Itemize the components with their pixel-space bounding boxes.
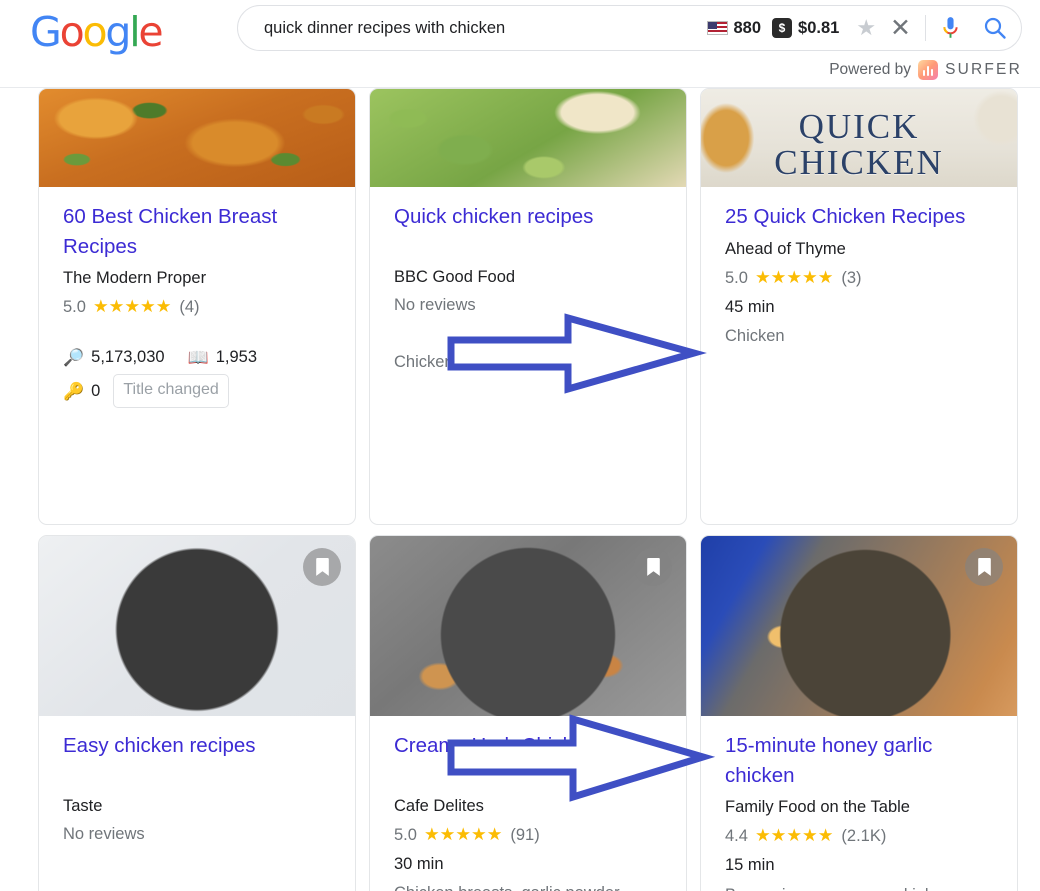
key-icon: 🔑 [63,381,85,401]
bookmark-icon[interactable] [965,548,1003,586]
result-title[interactable]: Easy chicken recipes [63,731,331,761]
seo-traffic-row: 🔎 5,173,030 📖 1,953 [63,344,331,371]
recipe-thumbnail[interactable]: QUICK CHICKEN [701,89,1017,187]
search-icon[interactable] [983,16,1007,40]
rating-value: 5.0 [394,825,417,844]
result-source: Taste [63,796,103,815]
cook-time: 30 min [394,854,444,873]
google-logo[interactable]: Google [30,8,164,56]
search-input[interactable]: quick dinner recipes with chicken [264,19,505,38]
keyword-count-value: 0 [91,381,101,400]
results-row-2: Easy chicken recipes Taste No reviews Cr… [0,535,1040,891]
result-card-body: 15-minute honey garlic chicken Family Fo… [701,716,1017,891]
surfer-bars-icon [918,60,939,80]
recipe-thumbnail[interactable] [370,89,686,187]
title-changed-badge: Title changed [113,374,229,408]
result-rating: 5.0 ★★★★★ (91) [394,820,662,850]
result-card-body: Creamy Herb Chicken Cafe Delites 5.0 ★★★… [370,716,686,891]
result-source: BBC Good Food [394,267,516,286]
close-icon[interactable]: ✕ [890,15,911,41]
search-volume-value: 880 [733,18,762,37]
star-rating-icon: ★★★★★ [754,825,834,846]
result-card[interactable]: Quick chicken recipes BBC Good Food No r… [369,88,687,525]
result-card-body: 25 Quick Chicken Recipes Ahead of Thyme … [701,187,1017,524]
microphone-icon[interactable] [940,16,961,41]
result-rating: 5.0 ★★★★★ (3) [725,263,993,293]
result-source: The Modern Proper [63,269,207,288]
no-reviews-label: No reviews [394,295,476,314]
star-rating-icon: ★★★★★ [754,266,834,287]
us-flag-icon [707,21,729,35]
result-rating: 5.0 ★★★★★ (4) [63,292,331,322]
organic-traffic-value: 5,173,030 [91,348,165,367]
rating-value: 5.0 [725,268,748,287]
result-source: Ahead of Thyme [725,239,846,258]
cook-time: 45 min [725,297,775,316]
word-count-value: 1,953 [215,348,258,367]
recipe-thumbnail[interactable] [701,536,1017,716]
recipe-thumbnail[interactable] [39,89,355,187]
cpc-dollar-badge-icon: $ [772,18,793,38]
result-card[interactable]: Creamy Herb Chicken Cafe Delites 5.0 ★★★… [369,535,687,891]
seo-keywords-row: 🔑 0 Title changed [63,374,331,408]
magnifier-icon: 🔎 [63,348,85,368]
surfer-brand-label: SURFER [945,61,1022,78]
result-ingredients: Chicken breasts, garlic powder, black pe… [394,882,662,891]
cpc-value: $0.81 [798,18,840,37]
result-card-body: 60 Best Chicken Breast Recipes The Moder… [39,187,355,524]
result-card[interactable]: 60 Best Chicken Breast Recipes The Moder… [38,88,356,525]
no-reviews-label: No reviews [63,824,145,843]
star-rating-icon: ★★★★★ [423,823,503,844]
result-card[interactable]: 15-minute honey garlic chicken Family Fo… [700,535,1018,891]
result-ingredients: Brown rice, soy sauce, skinless chicken … [725,884,993,891]
powered-by-surfer: Powered by SURFER [829,60,1022,80]
book-icon: 📖 [187,348,209,368]
bookmark-icon[interactable] [634,548,672,586]
recipe-thumbnail[interactable] [370,536,686,716]
result-ingredients: Chicken [725,327,785,346]
star-rating-icon: ★★★★★ [92,296,172,317]
result-title[interactable]: 60 Best Chicken Breast Recipes [63,202,331,261]
review-count: (91) [510,825,540,844]
bookmark-icon[interactable] [303,548,341,586]
result-title[interactable]: 25 Quick Chicken Recipes [725,202,993,232]
star-icon[interactable]: ★ [856,17,876,39]
results-row-1: 60 Best Chicken Breast Recipes The Moder… [0,88,1040,525]
result-title[interactable]: Creamy Herb Chicken [394,731,662,761]
review-count: (3) [841,268,862,287]
result-card-body: Quick chicken recipes BBC Good Food No r… [370,187,686,524]
result-card[interactable]: QUICK CHICKEN 25 Quick Chicken Recipes Ah… [700,88,1018,525]
rating-value: 5.0 [63,298,86,317]
thumbnail-overlay-text: QUICK CHICKEN [774,107,944,182]
top-header-bar: Google quick dinner recipes with chicken… [0,0,1040,88]
result-card-body: Easy chicken recipes Taste No reviews [39,716,355,891]
results-grid: 60 Best Chicken Breast Recipes The Moder… [0,88,1040,891]
result-source: Family Food on the Table [725,798,910,817]
powered-by-label: Powered by [829,61,912,78]
result-title[interactable]: Quick chicken recipes [394,202,662,232]
keyword-metrics-group: 880 $ $0.81 ★ ✕ [707,15,1007,41]
cook-time: 15 min [725,856,775,875]
recipe-thumbnail[interactable] [39,536,355,716]
result-card[interactable]: Easy chicken recipes Taste No reviews [38,535,356,891]
result-ingredients: Chicken [394,352,454,371]
review-count: (2.1K) [841,827,887,846]
rating-value: 4.4 [725,827,748,846]
seo-stats-block: 🔎 5,173,030 📖 1,953 🔑 0 Title changed [63,344,331,408]
search-bar[interactable]: quick dinner recipes with chicken 880 $ … [237,5,1022,51]
review-count: (4) [179,298,200,317]
header-divider [925,15,926,41]
result-source: Cafe Delites [394,796,484,815]
result-title[interactable]: 15-minute honey garlic chicken [725,731,993,790]
result-rating: 4.4 ★★★★★ (2.1K) [725,821,993,851]
